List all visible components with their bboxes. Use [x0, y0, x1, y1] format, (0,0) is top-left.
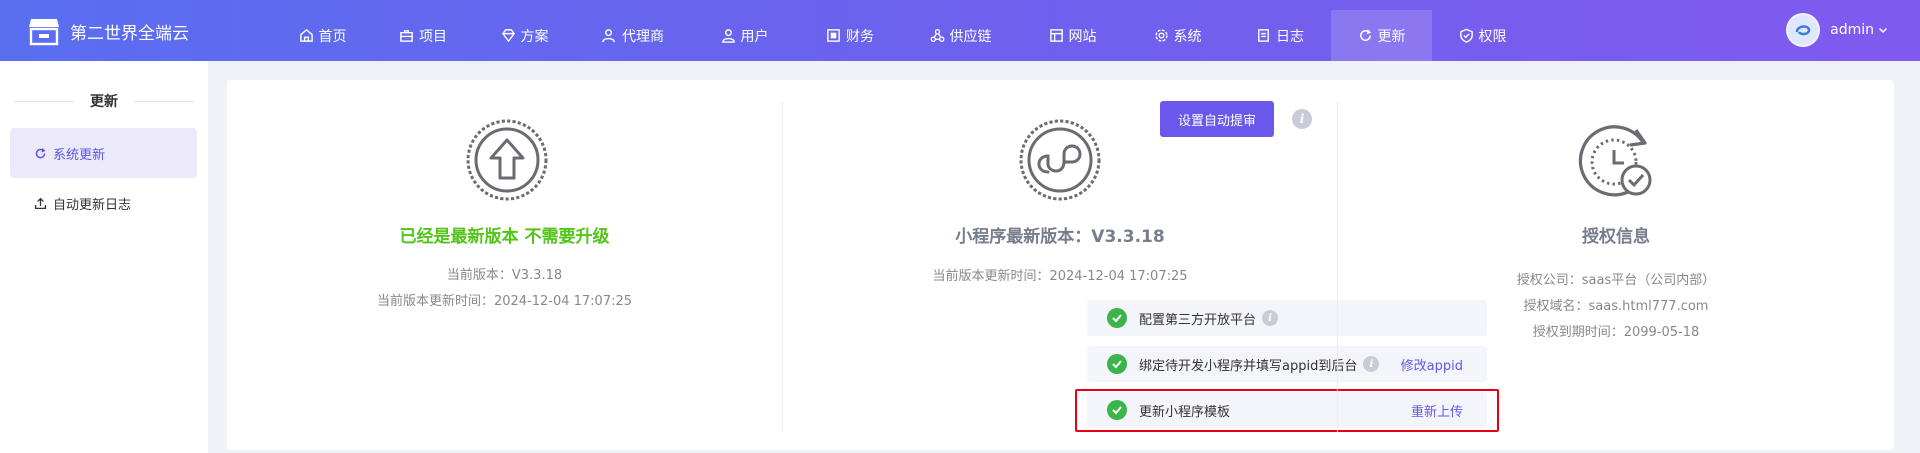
nav-item-agents[interactable]: 代理商	[575, 10, 691, 61]
update-card: 已经是最新版本 不需要升级 当前版本：V3.3.18 当前版本更新时间：2024…	[227, 80, 1894, 450]
license-title: 授权信息	[1582, 227, 1650, 247]
store-icon	[29, 19, 59, 46]
main-nav: 首页 项目 方案 代理商 用户 财务 供应链 网站 系统 日志 更新 权限	[273, 10, 1533, 61]
avatar[interactable]	[1786, 13, 1821, 47]
miniprogram-update-time: 当前版本更新时间：2024-12-04 17:07:25	[932, 269, 1188, 284]
scrollbar-track[interactable]	[1904, 61, 1920, 453]
gear-icon	[1154, 29, 1168, 42]
license-section: 授权信息 授权公司：saas平台（公司内部） 授权域名：saas.html777…	[1338, 80, 1894, 450]
version-update-time: 当前版本更新时间：2024-12-04 17:07:25	[376, 294, 633, 309]
refresh-icon	[35, 147, 46, 158]
refresh-icon	[1359, 29, 1371, 41]
sidebar-item-label: 自动更新日志	[53, 197, 132, 213]
top-navbar: 第二世界全端云 首页 项目 方案 代理商 用户 财务 供应链 网站 系统 日志 …	[0, 0, 1920, 61]
miniprogram-version-title: 小程序最新版本：V3.3.18	[955, 227, 1165, 247]
info-icon[interactable]: i	[1292, 109, 1312, 129]
nav-item-logs[interactable]: 日志	[1229, 10, 1331, 61]
upload-circle-icon	[466, 119, 548, 201]
nav-item-finance[interactable]: 财务	[798, 10, 902, 61]
diamond-icon	[501, 29, 515, 43]
brand-icon	[1795, 25, 1811, 36]
system-update-section: 已经是最新版本 不需要升级 当前版本：V3.3.18 当前版本更新时间：2024…	[227, 80, 782, 450]
license-company: 授权公司：saas平台（公司内部）	[1516, 273, 1716, 288]
step-label: 绑定待开发小程序并填写appid到后台	[1139, 358, 1358, 374]
system-status-title: 已经是最新版本 不需要升级	[399, 227, 610, 247]
check-circle-icon	[1107, 354, 1127, 374]
sidebar-item-system-update[interactable]: 系统更新	[10, 128, 197, 178]
divider-line	[14, 100, 74, 102]
sidebar-item-auto-update-log[interactable]: 自动更新日志	[10, 178, 197, 228]
shield-check-icon	[1459, 28, 1473, 43]
sidebar: 更新 系统更新 自动更新日志	[0, 61, 208, 453]
user-star-icon	[602, 29, 615, 43]
license-expiry: 授权到期时间：2099-05-18	[1532, 325, 1700, 340]
sidebar-title: 更新	[90, 94, 118, 110]
chevron-down-icon	[1878, 27, 1888, 34]
auto-review-button[interactable]: 设置自动提审	[1160, 101, 1274, 137]
nav-item-plans[interactable]: 方案	[474, 10, 575, 61]
user-menu[interactable]: admin	[1786, 13, 1888, 47]
divider-line	[134, 100, 194, 102]
users-icon	[721, 29, 735, 43]
nav-item-permissions[interactable]: 权限	[1432, 10, 1533, 61]
log-icon	[1258, 29, 1269, 42]
logo-text: 第二世界全端云	[70, 23, 189, 44]
info-icon[interactable]: i	[1262, 310, 1279, 326]
briefcase-icon	[400, 30, 413, 42]
username: admin	[1830, 22, 1874, 38]
nav-item-users[interactable]: 用户	[691, 10, 798, 61]
sidebar-header: 更新	[0, 91, 208, 111]
sidebar-item-label: 系统更新	[53, 147, 106, 163]
finance-icon	[827, 29, 840, 42]
website-icon	[1049, 29, 1063, 42]
current-version: 当前版本：V3.3.18	[446, 268, 563, 283]
nav-item-system[interactable]: 系统	[1126, 10, 1229, 61]
home-icon	[299, 28, 313, 42]
supply-chain-icon	[930, 29, 944, 42]
check-circle-icon	[1107, 308, 1127, 328]
nav-item-website[interactable]: 网站	[1019, 10, 1126, 61]
logo[interactable]: 第二世界全端云	[28, 16, 189, 46]
step-label: 配置第三方开放平台	[1139, 312, 1257, 328]
license-clock-check-icon	[1578, 125, 1652, 197]
nav-item-home[interactable]: 首页	[273, 10, 372, 61]
nav-item-projects[interactable]: 项目	[372, 10, 474, 61]
upload-icon	[34, 197, 47, 209]
miniprogram-icon	[1019, 119, 1101, 201]
license-domain: 授权域名：saas.html777.com	[1523, 299, 1709, 314]
nav-item-update[interactable]: 更新	[1331, 10, 1432, 61]
miniprogram-section: 设置自动提审 i 小程序最新版本：V3.3.18 当前版本更新时间：2024-1…	[783, 80, 1499, 450]
nav-item-supply-chain[interactable]: 供应链	[902, 10, 1019, 61]
